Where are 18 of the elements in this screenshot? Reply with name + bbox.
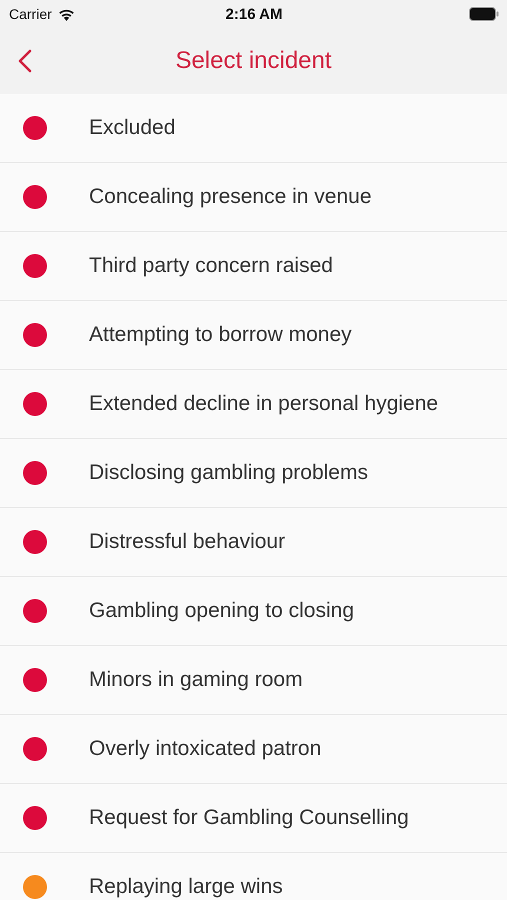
incident-label: Attempting to borrow money: [89, 323, 352, 347]
incident-label: Gambling opening to closing: [89, 599, 354, 623]
battery-icon: [469, 7, 499, 21]
wifi-icon: [58, 8, 75, 20]
incident-label: Disclosing gambling problems: [89, 461, 368, 485]
incident-label: Third party concern raised: [89, 254, 333, 278]
incident-label: Replaying large wins: [89, 875, 283, 899]
carrier-label: Carrier: [9, 6, 52, 22]
incident-label: Excluded: [89, 116, 176, 140]
incident-label: Request for Gambling Counselling: [89, 806, 409, 830]
incident-label: Distressful behaviour: [89, 530, 286, 554]
back-chevron-icon: [18, 49, 32, 73]
incident-label: Concealing presence in venue: [89, 185, 372, 209]
incident-label: Extended decline in personal hygiene: [89, 392, 438, 416]
status-time: 2:16 AM: [226, 6, 282, 22]
nav-title: Select incident: [175, 47, 332, 75]
incident-label: Overly intoxicated patron: [89, 737, 322, 761]
incident-label: Minors in gaming room: [89, 668, 303, 692]
